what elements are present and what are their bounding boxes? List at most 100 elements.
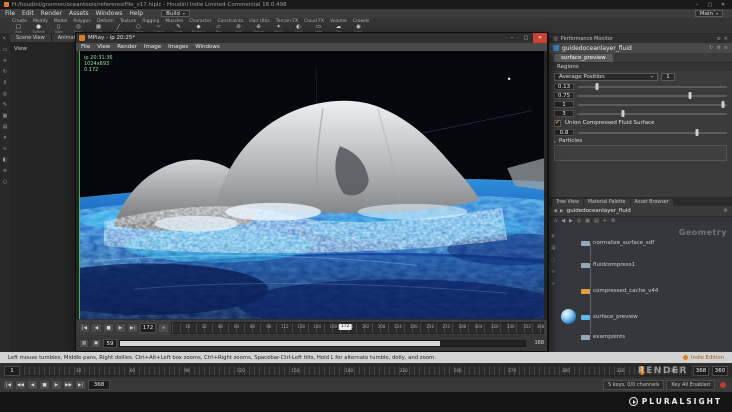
- menu-item[interactable]: Windows: [195, 44, 220, 50]
- shelf-tab[interactable]: Create: [12, 19, 27, 24]
- toolbar-icon[interactable]: +: [3, 58, 7, 64]
- cache-bar[interactable]: [119, 339, 526, 347]
- slider-handle[interactable]: [621, 110, 625, 117]
- toolbar-icon[interactable]: ◧: [3, 157, 8, 163]
- menu-icon[interactable]: ≡: [717, 36, 721, 42]
- pane-tab[interactable]: Material Palette: [583, 199, 630, 206]
- desktop-selector[interactable]: Build ▾: [161, 10, 190, 17]
- transport-button[interactable]: ■: [103, 322, 114, 333]
- fps-field[interactable]: 59: [103, 338, 117, 348]
- minimize-button[interactable]: –: [505, 33, 519, 43]
- frame-field[interactable]: 172: [140, 322, 156, 333]
- toolbar-icon[interactable]: ▭: [3, 47, 8, 53]
- network-node[interactable]: exampoints: [581, 333, 625, 341]
- toolbar-icon[interactable]: ⇕: [3, 80, 7, 86]
- transport-button[interactable]: ▶|: [127, 322, 138, 333]
- shelf-tab[interactable]: Hair Utils: [249, 19, 270, 24]
- network-path[interactable]: guidedoceanlayer_fluid: [567, 208, 721, 214]
- mplay-titlebar[interactable]: MPlay - ip 20:25* – ▢ ✕: [76, 33, 547, 43]
- pane-tab[interactable]: Tree View: [552, 199, 583, 206]
- shelf-tab[interactable]: Terrain FX: [276, 19, 298, 24]
- transport-button[interactable]: ◀◀: [15, 380, 26, 390]
- slider-track[interactable]: [578, 83, 727, 90]
- start-frame-field[interactable]: 1: [4, 365, 20, 376]
- transport-button[interactable]: ▶: [115, 322, 126, 333]
- toolbar-icon[interactable]: ↻: [3, 69, 7, 75]
- network-tool-icon[interactable]: ▤: [594, 218, 599, 224]
- slider-handle[interactable]: [695, 129, 699, 136]
- param-tool-icon[interactable]: ≡: [724, 45, 728, 51]
- shelf-tab[interactable]: Texture: [120, 19, 136, 24]
- value-field[interactable]: 0.75: [554, 92, 574, 99]
- current-frame-field[interactable]: 368: [88, 380, 110, 390]
- toolbar-icon[interactable]: ↖: [3, 36, 7, 42]
- value-field[interactable]: 0.8: [554, 129, 574, 136]
- value-field[interactable]: 0.13: [554, 83, 574, 90]
- slider-track[interactable]: [578, 101, 727, 108]
- menu-item[interactable]: View: [97, 44, 110, 50]
- shelf-tab[interactable]: Volume: [330, 19, 347, 24]
- network-tool-icon[interactable]: +: [603, 218, 607, 224]
- menu-item[interactable]: Edit: [22, 10, 34, 17]
- shelf-tab[interactable]: Deform: [97, 19, 114, 24]
- particles-header[interactable]: ▸ Particles: [549, 137, 732, 145]
- slider-handle[interactable]: [721, 101, 725, 108]
- network-tool-icon[interactable]: ▦: [585, 218, 590, 224]
- checkbox[interactable]: ✔: [554, 119, 561, 127]
- autokey-indicator[interactable]: [720, 382, 726, 388]
- close-button[interactable]: ✕: [718, 2, 728, 8]
- toolbar-icon[interactable]: ✶: [3, 135, 7, 141]
- shelf-tab[interactable]: Crowds: [353, 19, 370, 24]
- network-tool-icon[interactable]: ⌂: [554, 218, 557, 224]
- keys-indicator[interactable]: 5 keys, 0/0 channels: [603, 380, 665, 390]
- param-tool-icon[interactable]: ↻: [709, 45, 713, 51]
- network-tool-icon[interactable]: ◀: [561, 218, 565, 224]
- network-editor[interactable]: Geometry ◈ ▦ ○ ≡ + normalize_surface_sdf flu…: [549, 225, 732, 352]
- toolbar-icon[interactable]: ▤: [3, 124, 8, 130]
- loop-button[interactable]: ∞: [158, 322, 169, 333]
- toolbar-icon[interactable]: ≡: [3, 168, 7, 174]
- slider-handle[interactable]: [688, 92, 692, 99]
- transport-button[interactable]: ◀: [91, 322, 102, 333]
- side-tool-icon[interactable]: ◈: [551, 233, 556, 239]
- timeline-ruler[interactable]: 30 60 90 120 150 180 210 240 270 300 330 360: [23, 365, 690, 376]
- shelf-tab[interactable]: Muscles: [165, 19, 183, 24]
- mplay-playhead[interactable]: 172: [338, 323, 352, 330]
- side-tool-icon[interactable]: +: [551, 281, 556, 287]
- shelf-tab[interactable]: Polygon: [73, 19, 91, 24]
- pane-tab[interactable]: Scene View: [10, 34, 51, 42]
- toolbar-icon[interactable]: ○: [3, 179, 7, 185]
- key-all-button[interactable]: Key All Enabled: [666, 380, 715, 390]
- side-tool-icon[interactable]: ○: [551, 257, 556, 263]
- render-image[interactable]: ip 20:31:36 1024x693 0.172: [79, 51, 544, 319]
- tab-surface-preview[interactable]: surface_preview: [554, 54, 613, 62]
- mplay-timeline[interactable]: 1632486480961121281441601761922082242402…: [171, 321, 544, 334]
- transport-button[interactable]: ▶|: [75, 380, 86, 390]
- toggle-button[interactable]: ▥: [79, 338, 89, 348]
- param-tool-icon[interactable]: ⚙: [716, 45, 720, 51]
- side-tool-icon[interactable]: ≡: [551, 269, 556, 275]
- shelf-tab[interactable]: Model: [54, 19, 68, 24]
- network-node[interactable]: fluidcompress1: [581, 261, 635, 269]
- maximize-button[interactable]: ▢: [705, 2, 715, 8]
- menu-item[interactable]: Render: [41, 10, 62, 17]
- transport-button[interactable]: ▶▶: [63, 380, 74, 390]
- menu-item[interactable]: Assets: [69, 10, 89, 17]
- forward-icon[interactable]: ▶: [560, 208, 564, 214]
- menu-item[interactable]: Image: [144, 44, 161, 50]
- back-icon[interactable]: ◀: [553, 208, 557, 214]
- shelf-tool[interactable]: ● Sphere: [30, 24, 47, 34]
- menu-item[interactable]: File: [5, 10, 15, 17]
- toolbar-icon[interactable]: ◎: [3, 91, 7, 97]
- radial-menu-selector[interactable]: Main ▾: [694, 10, 723, 17]
- value-field[interactable]: 3: [554, 110, 574, 117]
- shelf-tab[interactable]: Cloud FX: [304, 19, 324, 24]
- range-end-field[interactable]: 360: [712, 365, 728, 376]
- shelf-tab[interactable]: Modify: [33, 19, 48, 24]
- gear-icon[interactable]: ⚙: [724, 208, 728, 214]
- average-position-dropdown[interactable]: Average Position ▾: [554, 72, 658, 81]
- toolbar-icon[interactable]: ▦: [3, 113, 8, 119]
- end-frame-field[interactable]: 368: [693, 365, 709, 376]
- spin-field[interactable]: 1: [661, 72, 675, 81]
- transport-button[interactable]: ◀: [27, 380, 38, 390]
